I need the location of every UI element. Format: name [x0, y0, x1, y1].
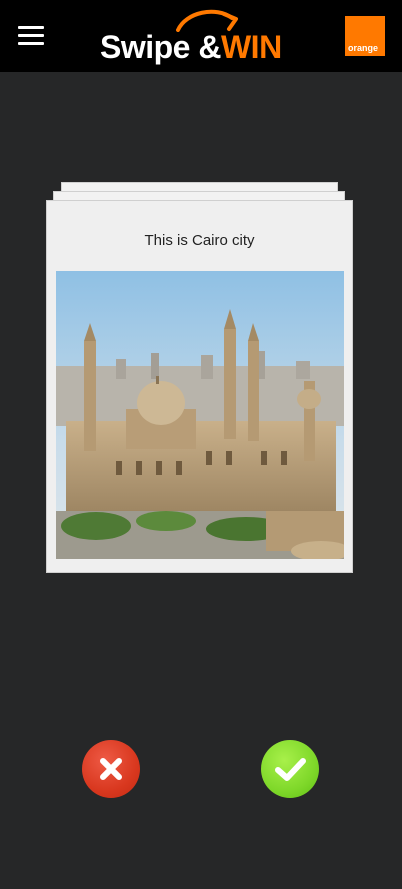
hamburger-icon-line	[18, 26, 44, 29]
app-logo: Swipe &WIN	[100, 6, 295, 66]
reject-button[interactable]	[82, 740, 140, 798]
hamburger-icon-line	[18, 34, 44, 37]
card-title: This is Cairo city	[144, 232, 255, 249]
check-icon	[275, 758, 306, 781]
accept-button[interactable]	[261, 740, 319, 798]
close-icon	[100, 758, 122, 780]
cairo-mosque-illustration	[56, 271, 344, 559]
menu-button[interactable]	[14, 22, 48, 50]
hamburger-icon-line	[18, 42, 44, 45]
cairo-city-photo	[56, 271, 344, 559]
logo-win: WIN	[220, 29, 282, 65]
orange-brand-logo: orange	[345, 16, 385, 56]
logo-swipe: Swipe	[100, 29, 190, 65]
logo-text: Swipe &WIN	[100, 30, 282, 64]
logo-ampersand: &	[198, 29, 221, 65]
top-bar: Swipe &WIN orange	[0, 0, 402, 72]
brand-name: orange	[348, 43, 379, 53]
swipe-card[interactable]: This is Cairo city	[46, 200, 353, 573]
